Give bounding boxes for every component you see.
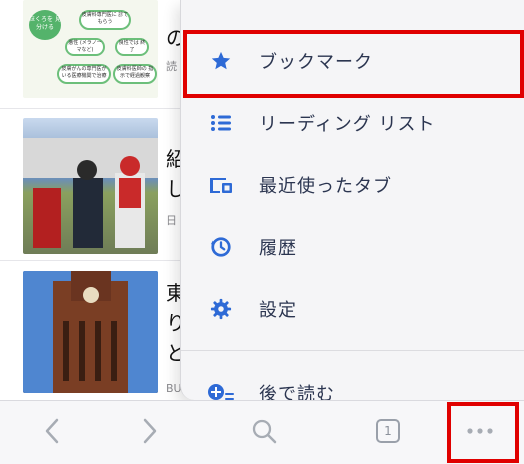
more-button-highlight-box bbox=[447, 402, 519, 463]
menu-item-reading-list[interactable]: リーディング リスト bbox=[181, 92, 524, 154]
news-source: 読 bbox=[166, 60, 177, 73]
menu-label: 設定 bbox=[259, 300, 297, 321]
infographic-bubble: 悪性 (メラノーマなど) bbox=[65, 38, 105, 56]
news-thumbnail bbox=[23, 271, 158, 393]
news-thumbnail bbox=[23, 118, 158, 254]
infographic-badge: ほくろを 見分ける bbox=[29, 10, 61, 40]
menu-divider bbox=[181, 350, 524, 351]
infographic-bubble: 皮膚がんの専門医が いる医療機関で治療 bbox=[57, 64, 111, 84]
search-button[interactable] bbox=[242, 409, 286, 453]
gear-icon bbox=[207, 295, 235, 323]
menu-label: 後で読む bbox=[259, 384, 335, 400]
baseball-photo bbox=[23, 138, 158, 248]
chevron-right-icon bbox=[143, 418, 157, 444]
clock-tower-photo bbox=[23, 271, 158, 393]
tab-count-badge: 1 bbox=[376, 419, 400, 443]
menu-item-history[interactable]: 履歴 bbox=[181, 216, 524, 278]
infographic-bubble: 皮膚科専門医に 診てもらう bbox=[79, 10, 131, 30]
infographic-bubble: 皮膚科医師の 指示で経過観察 bbox=[113, 64, 157, 84]
menu-label: リーディング リスト bbox=[259, 114, 436, 135]
menu-label: 最近使ったタブ bbox=[259, 176, 392, 197]
tabs-button[interactable]: 1 bbox=[366, 409, 410, 453]
menu-item-recent-tabs[interactable]: 最近使ったタブ bbox=[181, 154, 524, 216]
search-icon bbox=[252, 419, 277, 444]
chevron-left-icon bbox=[45, 418, 59, 444]
list-icon bbox=[207, 109, 235, 137]
menu-item-read-later[interactable]: 後で読む bbox=[181, 366, 524, 400]
recent-tabs-icon bbox=[207, 171, 235, 199]
news-source: 日 bbox=[166, 214, 177, 227]
browser-screen: ほくろを 見分ける 皮膚科専門医に 診てもらう 悪性 (メラノーマなど) 良性で… bbox=[0, 0, 524, 464]
news-thumbnail: ほくろを 見分ける 皮膚科専門医に 診てもらう 悪性 (メラノーマなど) 良性で… bbox=[23, 0, 158, 98]
read-later-icon bbox=[207, 380, 235, 400]
menu-item-settings[interactable]: 設定 bbox=[181, 278, 524, 340]
history-icon bbox=[207, 233, 235, 261]
back-button[interactable] bbox=[30, 409, 74, 453]
infographic-bubble: 良性では 終了 bbox=[115, 38, 149, 56]
bottom-toolbar: 1 bbox=[0, 400, 524, 464]
menu-label: 履歴 bbox=[259, 238, 297, 259]
forward-button[interactable] bbox=[128, 409, 172, 453]
bookmark-highlight-box bbox=[183, 30, 524, 98]
